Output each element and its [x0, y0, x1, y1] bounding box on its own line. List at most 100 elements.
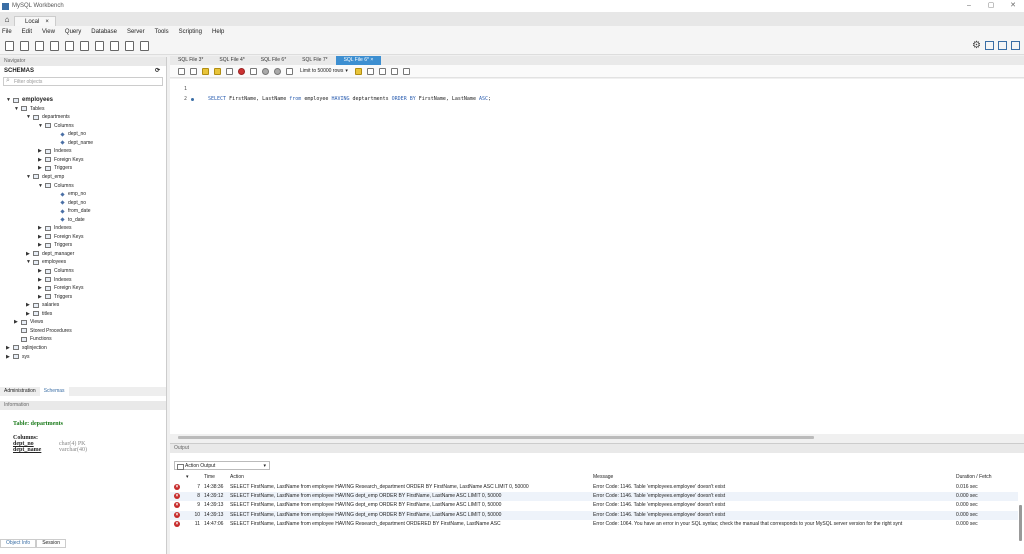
- output-row[interactable]: × 11 14:47:06 SELECT FirstName, LastName fr…: [170, 520, 1018, 529]
- chevron-right-icon[interactable]: ▶: [38, 147, 43, 155]
- execute-all-icon[interactable]: [202, 67, 209, 75]
- tree-item[interactable]: to_date: [54, 216, 85, 224]
- connection-tab-local[interactable]: Local ×: [14, 16, 56, 26]
- chevron-down-icon[interactable]: ▼: [26, 113, 31, 121]
- create-schema-icon[interactable]: [50, 40, 59, 51]
- tree-item[interactable]: dept_no: [54, 130, 86, 138]
- sql-editor[interactable]: 12 SELECT FirstName, LastName from emplo…: [170, 79, 1024, 434]
- toggle-error-continue-icon[interactable]: [250, 67, 257, 75]
- limit-rows-select[interactable]: Limit to 50000 rows ▾: [298, 68, 350, 74]
- save-script-icon[interactable]: [190, 67, 197, 75]
- open-sql-script-icon[interactable]: [20, 40, 29, 51]
- tree-item[interactable]: from_date: [54, 207, 91, 215]
- tree-item[interactable]: ▶ Foreign Keys: [38, 284, 83, 292]
- refresh-schemas-icon[interactable]: ⟳: [155, 66, 160, 76]
- chevron-right-icon[interactable]: ▶: [38, 276, 43, 284]
- output-row[interactable]: × 7 14:38:36 SELECT FirstName, LastName fro…: [170, 483, 1018, 492]
- search-icon[interactable]: [378, 67, 386, 75]
- tree-item[interactable]: ▶ sys: [6, 353, 30, 361]
- tree-item[interactable]: ▶ Triggers: [38, 241, 72, 249]
- create-table-icon[interactable]: [65, 40, 74, 51]
- explain-icon[interactable]: [226, 67, 233, 75]
- tree-item[interactable]: ▼ employees: [6, 96, 53, 104]
- toggle-output-icon[interactable]: [998, 41, 1007, 50]
- output-type-select[interactable]: Action Output ▾: [174, 461, 270, 470]
- commit-icon[interactable]: [262, 67, 269, 75]
- tab-schemas[interactable]: Schemas: [39, 387, 69, 396]
- tree-item[interactable]: ▶ Columns: [38, 267, 74, 275]
- tab-object-info[interactable]: Object Info: [0, 539, 37, 548]
- output-row[interactable]: × 8 14:39:12 SELECT FirstName, LastName fro…: [170, 492, 1018, 502]
- menu-item-server[interactable]: Server: [127, 29, 145, 35]
- tree-item[interactable]: ▶ Triggers: [38, 293, 72, 301]
- create-function-icon[interactable]: [110, 40, 119, 51]
- find-replace-icon[interactable]: [366, 67, 374, 75]
- sort-icon[interactable]: ▾: [186, 474, 189, 480]
- chevron-right-icon[interactable]: ▶: [38, 156, 43, 164]
- tab-sql-file[interactable]: SQL File 4*: [211, 56, 252, 65]
- chevron-down-icon[interactable]: ▼: [26, 258, 31, 266]
- tree-item[interactable]: dept_no: [54, 199, 86, 207]
- horizontal-scrollbar[interactable]: [178, 436, 814, 439]
- tree-item[interactable]: ▶ sqlinjection: [6, 344, 47, 352]
- reconnect-icon[interactable]: [140, 40, 149, 51]
- chevron-right-icon[interactable]: ▶: [38, 241, 43, 249]
- tree-item[interactable]: ▶ Foreign Keys: [38, 233, 83, 241]
- tab-sql-file[interactable]: SQL File 6* ×: [335, 56, 382, 65]
- create-view-icon[interactable]: [80, 40, 89, 51]
- menu-item-file[interactable]: File: [2, 29, 12, 35]
- tree-item[interactable]: Stored Procedures: [14, 327, 72, 335]
- tree-item[interactable]: ▼ departments: [26, 113, 70, 121]
- chevron-right-icon[interactable]: ▶: [38, 224, 43, 232]
- menu-item-edit[interactable]: Edit: [22, 29, 32, 35]
- column-header-time[interactable]: Time: [204, 474, 215, 480]
- chevron-right-icon[interactable]: ▶: [26, 250, 31, 258]
- menu-item-view[interactable]: View: [42, 29, 55, 35]
- column-header-action[interactable]: Action: [230, 474, 244, 480]
- menu-item-database[interactable]: Database: [91, 29, 117, 35]
- menu-item-help[interactable]: Help: [212, 29, 224, 35]
- chevron-down-icon[interactable]: ▼: [38, 182, 43, 190]
- tree-item[interactable]: ▶ Indexes: [38, 147, 72, 155]
- invisible-chars-icon[interactable]: [390, 67, 398, 75]
- chevron-right-icon[interactable]: ▶: [26, 310, 31, 318]
- create-procedure-icon[interactable]: [95, 40, 104, 51]
- output-row[interactable]: × 9 14:39:13 SELECT FirstName, LastName fro…: [170, 501, 1018, 510]
- tree-item[interactable]: ▶ Foreign Keys: [38, 156, 83, 164]
- open-file-icon[interactable]: [178, 67, 185, 75]
- close-window-button[interactable]: ✕: [1002, 0, 1024, 12]
- chevron-right-icon[interactable]: ▶: [38, 293, 43, 301]
- tab-sql-file[interactable]: SQL File 7*: [294, 56, 335, 65]
- gear-icon[interactable]: ⚙: [972, 40, 981, 51]
- open-inspector-icon[interactable]: [35, 40, 44, 51]
- output-row[interactable]: × 10 14:39:13 SELECT FirstName, LastName fr…: [170, 510, 1018, 520]
- column-header-duration[interactable]: Duration / Fetch: [956, 474, 992, 480]
- tree-item[interactable]: ▶ Triggers: [38, 164, 72, 172]
- new-sql-tab-icon[interactable]: [5, 40, 14, 51]
- search-table-data-icon[interactable]: [125, 40, 134, 51]
- menu-item-tools[interactable]: Tools: [155, 29, 169, 35]
- chevron-right-icon[interactable]: ▶: [38, 233, 43, 241]
- tree-item[interactable]: Functions: [14, 335, 52, 343]
- chevron-down-icon[interactable]: ▼: [38, 122, 43, 130]
- minimize-button[interactable]: –: [958, 0, 980, 12]
- chevron-down-icon[interactable]: ▼: [6, 96, 11, 104]
- connection-tab-close-icon[interactable]: ×: [45, 19, 49, 25]
- output-vertical-scrollbar[interactable]: [1019, 505, 1022, 541]
- column-header-message[interactable]: Message: [593, 474, 613, 480]
- chevron-right-icon[interactable]: ▶: [38, 267, 43, 275]
- chevron-down-icon[interactable]: ▼: [26, 173, 31, 181]
- tab-administration[interactable]: Administration: [0, 387, 40, 396]
- tree-item[interactable]: ▶ Indexes: [38, 276, 72, 284]
- tree-item[interactable]: ▶ Indexes: [38, 224, 72, 232]
- tab-sql-file[interactable]: SQL File 6*: [253, 56, 294, 65]
- tab-sql-file[interactable]: SQL File 3*: [170, 56, 211, 65]
- menu-item-query[interactable]: Query: [65, 29, 81, 35]
- execute-current-icon[interactable]: [214, 67, 221, 75]
- chevron-right-icon[interactable]: ▶: [14, 318, 19, 326]
- tree-item[interactable]: ▶ titles: [26, 310, 52, 318]
- toggle-sidebar-icon[interactable]: [985, 41, 994, 50]
- menu-item-scripting[interactable]: Scripting: [179, 29, 202, 35]
- tree-item[interactable]: ▶ salaries: [26, 301, 59, 309]
- beautify-icon[interactable]: [354, 67, 362, 75]
